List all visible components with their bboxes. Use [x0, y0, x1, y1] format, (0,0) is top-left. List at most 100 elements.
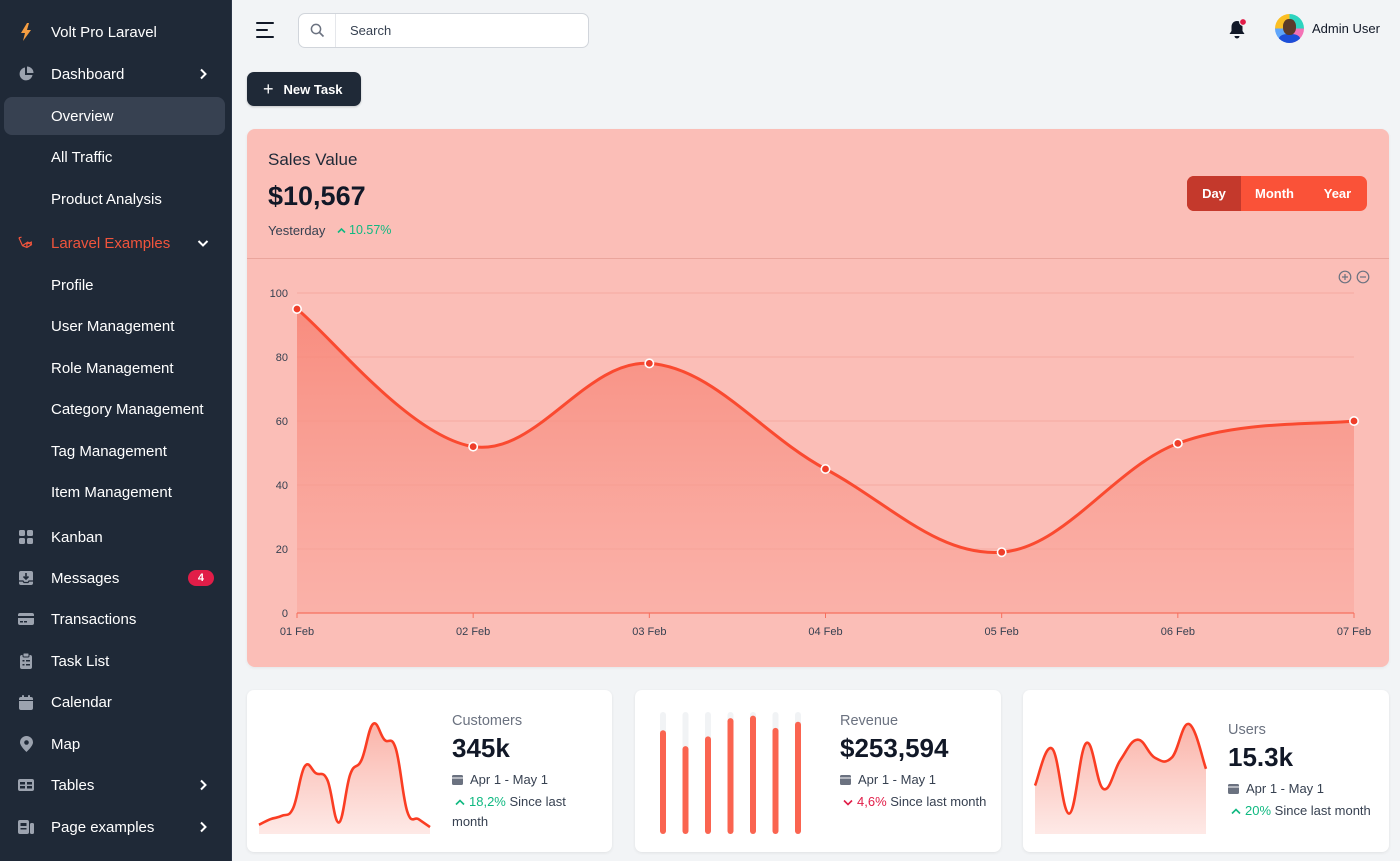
chevron-up-icon [455, 799, 465, 806]
change-suffix: Since last month [890, 794, 987, 809]
x-tick-label: 05 Feb [985, 626, 1019, 638]
plus-icon: + [263, 79, 274, 99]
pages-icon [18, 819, 34, 835]
sidebar-item-user-management[interactable]: User Management [4, 307, 225, 345]
chevron-up-icon [337, 227, 346, 234]
sidebar-item-all-traffic[interactable]: All Traffic [4, 138, 225, 176]
sidebar-item-label: Transactions [51, 610, 137, 628]
card-value: $253,594 [840, 733, 949, 763]
sidebar-item-label: Task List [51, 652, 110, 670]
sidebar-item-calendar[interactable]: Calendar [4, 683, 225, 721]
change-value: 20% [1245, 803, 1272, 818]
sidebar-item-category-management[interactable]: Category Management [4, 390, 225, 428]
change-suffix: Since last month [1274, 803, 1371, 818]
brand-name: Volt Pro Laravel [51, 23, 157, 41]
user-name[interactable]: Admin User [1312, 21, 1380, 36]
chevron-right-icon [200, 821, 207, 833]
change-line: 18,2% Since last month [452, 792, 602, 832]
sales-amount: $10,567 [268, 181, 366, 211]
menu-line [256, 22, 274, 24]
search-input[interactable] [336, 14, 576, 47]
menu-line [256, 29, 268, 31]
y-tick-label: 100 [270, 288, 288, 300]
users-sparkline [1033, 722, 1208, 834]
sidebar-item-label: Calendar [51, 693, 112, 711]
bolt-icon [18, 23, 34, 41]
card-value: 345k [452, 733, 510, 763]
sidebar-item-label: Map [51, 735, 81, 753]
sidebar-item-page-examples[interactable]: Page examples [4, 808, 225, 846]
bar [682, 746, 689, 834]
grid-icon [18, 529, 34, 545]
calendar-icon [18, 694, 34, 710]
data-point[interactable] [996, 547, 1007, 558]
data-point[interactable] [644, 358, 655, 369]
new-task-label: New Task [283, 81, 343, 97]
data-point[interactable] [291, 303, 302, 314]
data-point[interactable] [820, 464, 831, 475]
change-value: 4,6% [857, 794, 887, 809]
sidebar-item-product-analysis[interactable]: Product Analysis [4, 180, 225, 218]
data-point[interactable] [1172, 438, 1183, 449]
date-range: Apr 1 - May 1 [840, 772, 936, 787]
y-tick-label: 80 [276, 352, 288, 364]
sidebar-item-label: Dashboard [51, 65, 125, 83]
sidebar-item-profile[interactable]: Profile [4, 266, 225, 304]
x-tick-label: 02 Feb [456, 626, 490, 638]
bar [795, 721, 801, 834]
bar [660, 730, 666, 834]
users-card: Users 15.3k Apr 1 - May 1 20% Since last… [1023, 690, 1389, 852]
tab-month[interactable]: Month [1241, 176, 1308, 211]
data-point[interactable] [1349, 416, 1360, 427]
chevron-right-icon [200, 68, 207, 80]
sidebar-item-messages[interactable]: Messages 4 [4, 559, 225, 597]
bar [705, 736, 711, 834]
brand-link[interactable]: Volt Pro Laravel [4, 13, 225, 51]
card-title: Revenue [840, 713, 899, 729]
sidebar-item-transactions[interactable]: Transactions [4, 600, 225, 638]
user-avatar[interactable] [1275, 14, 1304, 43]
card-value: 15.3k [1228, 742, 1294, 772]
notifications-button[interactable] [1228, 18, 1248, 40]
change-value: 10.57% [349, 223, 392, 237]
sales-period: Yesterday [268, 223, 326, 238]
calendar-icon [840, 775, 851, 785]
calendar-icon [452, 775, 463, 785]
revenue-bar-chart [660, 712, 801, 834]
sidebar-item-tag-management[interactable]: Tag Management [4, 432, 225, 470]
y-tick-label: 40 [276, 480, 288, 492]
change-line: 4,6% Since last month [840, 792, 990, 812]
sparkline-area [259, 723, 430, 834]
chart-area [297, 309, 1354, 613]
card-title: Sales Value [268, 150, 358, 169]
sidebar-item-label: Page examples [51, 818, 155, 836]
tab-year[interactable]: Year [1308, 176, 1367, 211]
search-icon[interactable] [299, 14, 336, 47]
clipboard-list-icon [18, 653, 34, 669]
card-title: Users [1228, 722, 1266, 738]
sidebar-item-tables[interactable]: Tables [4, 766, 225, 804]
sidebar-item-kanban[interactable]: Kanban [4, 518, 225, 556]
sidebar-item-label: Role Management [51, 359, 174, 377]
sales-value-card: Sales Value $10,567 Yesterday 10.57% Day… [247, 129, 1389, 667]
sidebar-item-label: Messages [51, 569, 120, 587]
new-task-button[interactable]: + New Task [247, 72, 361, 106]
sidebar-item-item-management[interactable]: Item Management [4, 473, 225, 511]
sidebar-item-role-management[interactable]: Role Management [4, 349, 225, 387]
sidebar-item-map[interactable]: Map [4, 725, 225, 763]
data-point[interactable] [468, 441, 479, 452]
date-range: Apr 1 - May 1 [452, 772, 548, 787]
tab-day[interactable]: Day [1187, 176, 1241, 211]
bell-icon [1229, 18, 1247, 39]
sidebar-item-overview[interactable]: Overview [4, 97, 225, 135]
sidebar: Volt Pro Laravel Dashboard Overview All … [0, 0, 232, 861]
customers-card: Customers 345k Apr 1 - May 1 18,2% Since… [247, 690, 612, 852]
sidebar-toggle-button[interactable] [256, 21, 276, 39]
date-range-text: Apr 1 - May 1 [1246, 781, 1325, 796]
sidebar-item-label: All Traffic [51, 148, 113, 166]
sidebar-item-laravel-examples[interactable]: Laravel Examples [4, 224, 225, 262]
sidebar-item-dashboard[interactable]: Dashboard [4, 55, 225, 93]
sidebar-item-label: Profile [51, 276, 94, 294]
sidebar-item-task-list[interactable]: Task List [4, 642, 225, 680]
x-tick-label: 04 Feb [808, 626, 842, 638]
